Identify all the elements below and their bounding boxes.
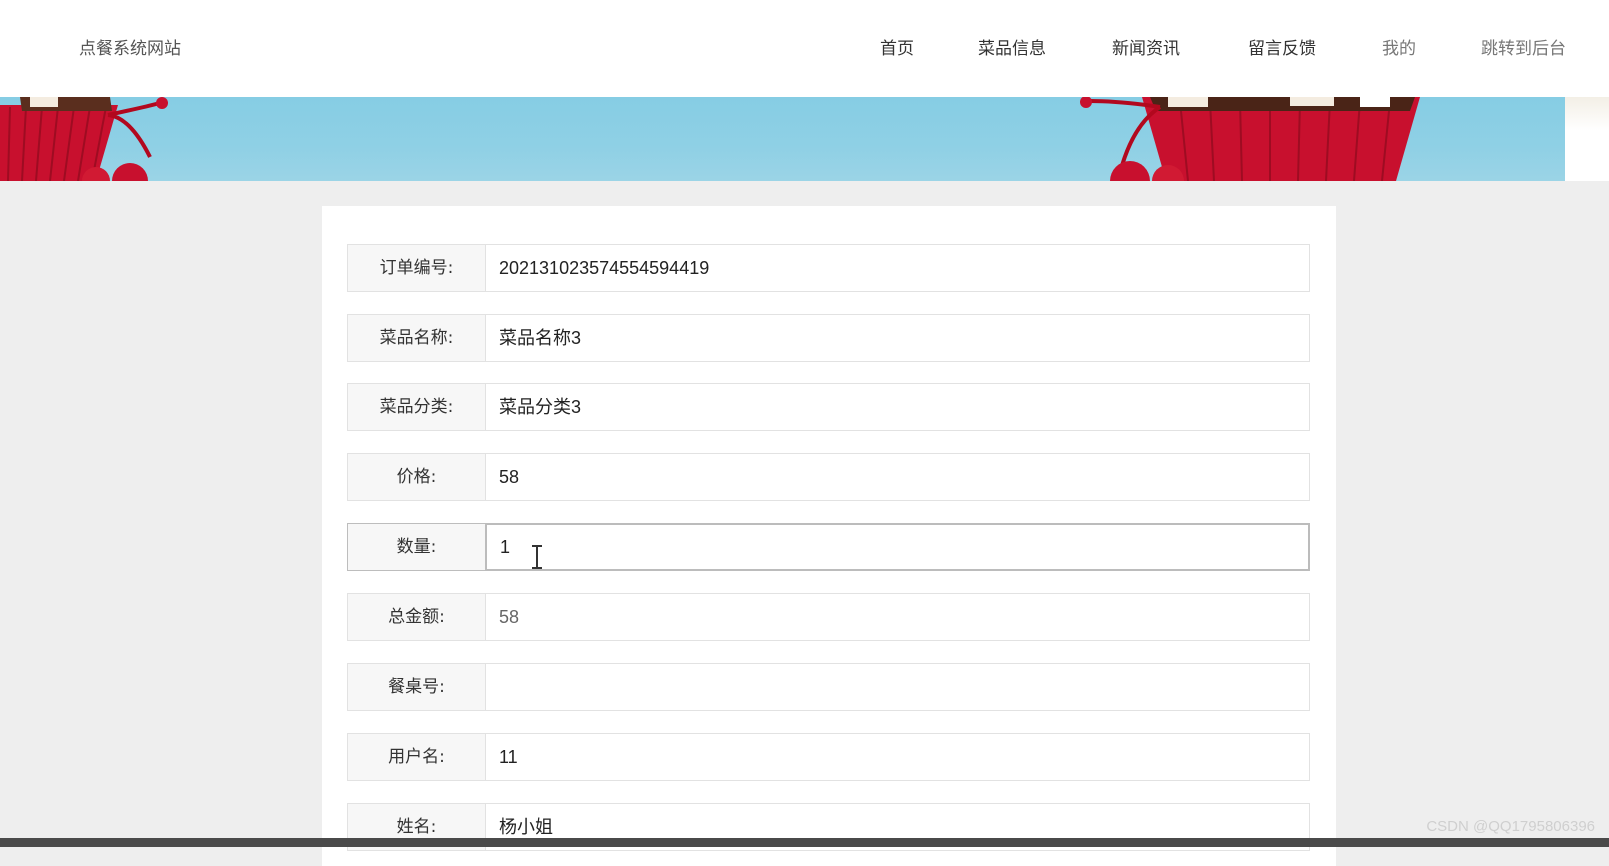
watermark: CSDN @QQ1795806396: [1426, 818, 1595, 835]
dish-category-label: 菜品分类:: [348, 384, 486, 430]
order-number-label: 订单编号:: [348, 245, 486, 291]
price-label: 价格:: [348, 454, 486, 500]
price-input[interactable]: [486, 454, 1309, 500]
cupcake-illustration: [0, 97, 1420, 181]
order-number-input[interactable]: [486, 245, 1309, 291]
table-number-label: 餐桌号:: [348, 664, 486, 710]
field-quantity: 数量:: [347, 523, 1310, 571]
nav-feedback[interactable]: 留言反馈: [1248, 34, 1316, 59]
bottom-bar: [0, 838, 1609, 847]
field-order-number: 订单编号:: [347, 244, 1310, 292]
field-total: 总金额:: [347, 593, 1310, 641]
field-table-number: 餐桌号:: [347, 663, 1310, 711]
banner-image: [0, 97, 1565, 181]
total-input[interactable]: [486, 594, 1309, 640]
username-label: 用户名:: [348, 734, 486, 780]
nav-news[interactable]: 新闻资讯: [1112, 34, 1180, 59]
nav-dishes[interactable]: 菜品信息: [978, 34, 1046, 59]
nav-home[interactable]: 首页: [880, 34, 914, 59]
username-input[interactable]: [486, 734, 1309, 780]
text-cursor-icon: [532, 545, 542, 569]
nav-mine[interactable]: 我的: [1382, 34, 1416, 59]
dish-category-input[interactable]: [486, 384, 1309, 430]
total-label: 总金额:: [348, 594, 486, 640]
quantity-label: 数量:: [348, 524, 486, 570]
field-price: 价格:: [347, 453, 1310, 501]
nav-admin[interactable]: 跳转到后台: [1481, 34, 1566, 59]
dish-name-input[interactable]: [486, 315, 1309, 361]
field-username: 用户名:: [347, 733, 1310, 781]
field-dish-name: 菜品名称:: [347, 314, 1310, 362]
banner-edge: [1565, 97, 1609, 181]
field-dish-category: 菜品分类:: [347, 383, 1310, 431]
main-nav: 首页 菜品信息 新闻资讯 留言反馈 我的 跳转到后台: [0, 34, 1609, 59]
table-number-input[interactable]: [486, 664, 1309, 710]
site-header: 点餐系统网站 首页 菜品信息 新闻资讯 留言反馈 我的 跳转到后台: [0, 0, 1609, 97]
quantity-input[interactable]: [485, 523, 1310, 571]
dish-name-label: 菜品名称:: [348, 315, 486, 361]
